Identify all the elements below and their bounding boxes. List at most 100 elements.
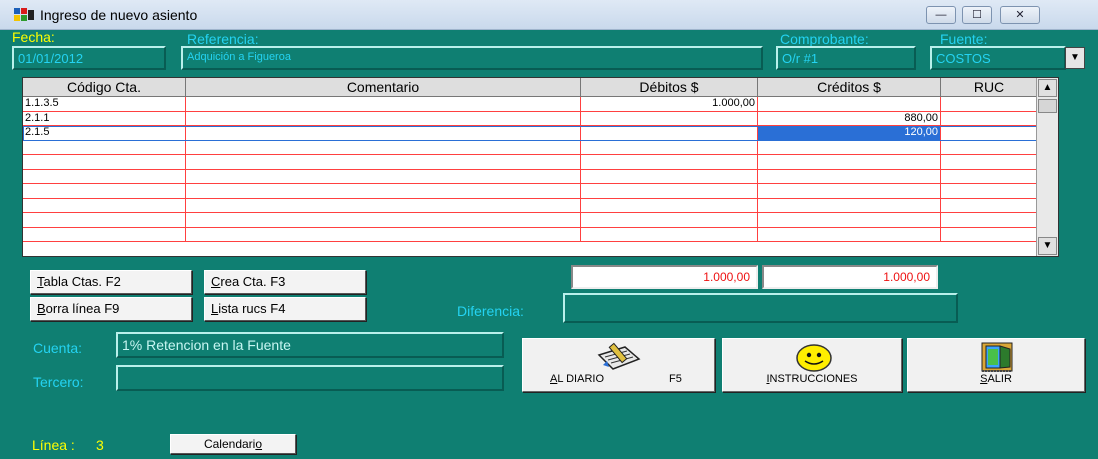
column-header-creditos[interactable]: Créditos $ [758, 78, 941, 97]
close-button[interactable]: ✕ [1000, 6, 1040, 24]
table-row[interactable] [23, 198, 1038, 213]
cell-comentario[interactable] [186, 198, 581, 212]
borra-linea-button[interactable]: Borra línea F9 [30, 297, 192, 321]
table-row[interactable] [23, 169, 1038, 184]
column-header-ruc[interactable]: RUC [941, 78, 1038, 97]
cell-comentario[interactable] [186, 155, 581, 169]
grid-scrollbar[interactable]: ▲ ▼ [1036, 78, 1058, 256]
crea-cta-button[interactable]: Crea Cta. F3 [204, 270, 366, 294]
scroll-thumb[interactable] [1038, 99, 1057, 113]
table-row[interactable]: 1.1.3.5 1.000,00 [23, 97, 1038, 112]
cell-creditos[interactable] [758, 227, 941, 241]
cell-debitos[interactable]: 1.000,00 [581, 97, 758, 111]
cell-creditos[interactable] [758, 198, 941, 212]
cell-comentario[interactable] [186, 111, 581, 125]
cell-debitos[interactable] [581, 227, 758, 241]
table-row[interactable] [23, 155, 1038, 170]
instrucciones-button[interactable]: INSTRUCCIONES [722, 338, 902, 392]
cell-creditos[interactable] [758, 97, 941, 111]
column-header-comentario[interactable]: Comentario [186, 78, 581, 97]
cell-creditos[interactable] [758, 140, 941, 154]
table-row[interactable] [23, 213, 1038, 228]
smiley-icon [796, 344, 832, 372]
cell-comentario[interactable] [186, 97, 581, 111]
scroll-up-button[interactable]: ▲ [1038, 79, 1057, 97]
entries-grid[interactable]: Código Cta. Comentario Débitos $ Crédito… [22, 77, 1059, 257]
cell-ruc[interactable] [941, 227, 1038, 241]
cell-codigo[interactable]: 2.1.5 [23, 126, 186, 140]
cell-creditos[interactable]: 880,00 [758, 111, 941, 125]
referencia-field[interactable]: Adquición a Figueroa [181, 46, 763, 70]
app-icon [14, 8, 34, 21]
chevron-down-icon: ▼ [1070, 52, 1080, 63]
minimize-button[interactable]: — [926, 6, 956, 24]
cell-ruc[interactable] [941, 198, 1038, 212]
calendario-button[interactable]: Calendario [170, 434, 296, 454]
cell-comentario[interactable] [186, 126, 581, 140]
door-exit-icon [981, 342, 1013, 372]
cell-codigo[interactable] [23, 184, 186, 198]
cell-codigo[interactable] [23, 227, 186, 241]
table-row[interactable] [23, 184, 1038, 199]
cell-ruc[interactable] [941, 155, 1038, 169]
cell-comentario[interactable] [186, 169, 581, 183]
cell-debitos[interactable] [581, 126, 758, 140]
fuente-select[interactable]: COSTOS [930, 46, 1066, 70]
cell-codigo[interactable]: 1.1.3.5 [23, 97, 186, 111]
al-diario-button[interactable]: AL DIARIO F5 [522, 338, 715, 392]
lista-rucs-button[interactable]: Lista rucs F4 [204, 297, 366, 321]
comprobante-label: Comprobante: [780, 31, 869, 47]
cell-ruc[interactable] [941, 213, 1038, 227]
cell-comentario[interactable] [186, 140, 581, 154]
cell-ruc[interactable] [941, 111, 1038, 125]
table-row[interactable]: 2.1.1 880,00 [23, 111, 1038, 126]
cuenta-field[interactable]: 1% Retencion en la Fuente [116, 332, 504, 358]
referencia-label: Referencia: [187, 31, 259, 47]
cell-debitos[interactable] [581, 140, 758, 154]
cell-ruc[interactable] [941, 97, 1038, 111]
cell-creditos[interactable] [758, 184, 941, 198]
arrow-up-icon: ▲ [1042, 82, 1053, 93]
cell-creditos[interactable]: 120,00 [758, 126, 941, 140]
cell-creditos[interactable] [758, 213, 941, 227]
arrow-down-icon: ▼ [1042, 240, 1053, 251]
scroll-down-button[interactable]: ▼ [1038, 237, 1057, 255]
cell-codigo[interactable] [23, 198, 186, 212]
table-row[interactable]: 2.1.5 120,00 [23, 126, 1038, 141]
cell-creditos[interactable] [758, 155, 941, 169]
cell-codigo[interactable] [23, 213, 186, 227]
cell-comentario[interactable] [186, 227, 581, 241]
column-header-debitos[interactable]: Débitos $ [581, 78, 758, 97]
cell-debitos[interactable] [581, 213, 758, 227]
cell-codigo[interactable] [23, 169, 186, 183]
cell-debitos[interactable] [581, 184, 758, 198]
cell-debitos[interactable] [581, 155, 758, 169]
tercero-field[interactable] [116, 365, 504, 391]
cell-codigo[interactable]: 2.1.1 [23, 111, 186, 125]
column-header-codigo[interactable]: Código Cta. [23, 78, 186, 97]
cell-debitos[interactable] [581, 169, 758, 183]
cell-debitos[interactable] [581, 111, 758, 125]
cell-ruc[interactable] [941, 184, 1038, 198]
table-row[interactable] [23, 140, 1038, 155]
cell-comentario[interactable] [186, 184, 581, 198]
cell-creditos[interactable] [758, 169, 941, 183]
cell-comentario[interactable] [186, 213, 581, 227]
cell-codigo[interactable] [23, 140, 186, 154]
salir-button[interactable]: SALIR [907, 338, 1085, 392]
tabla-ctas-button[interactable]: Tabla Ctas. F2 [30, 270, 192, 294]
fuente-dropdown-button[interactable]: ▼ [1065, 47, 1085, 69]
fecha-field[interactable]: 01/01/2012 [12, 46, 166, 70]
cell-codigo[interactable] [23, 155, 186, 169]
title-bar: Ingreso de nuevo asiento — ☐ ✕ [0, 0, 1098, 30]
table-row[interactable] [23, 227, 1038, 242]
linea-label: Línea : [32, 437, 75, 453]
cell-debitos[interactable] [581, 198, 758, 212]
comprobante-field[interactable]: O/r #1 [776, 46, 916, 70]
cell-ruc[interactable] [941, 140, 1038, 154]
cell-ruc[interactable] [941, 126, 1038, 140]
maximize-button[interactable]: ☐ [962, 6, 992, 24]
cell-ruc[interactable] [941, 169, 1038, 183]
fecha-label: Fecha: [12, 29, 55, 45]
tercero-label: Tercero: [33, 374, 84, 390]
